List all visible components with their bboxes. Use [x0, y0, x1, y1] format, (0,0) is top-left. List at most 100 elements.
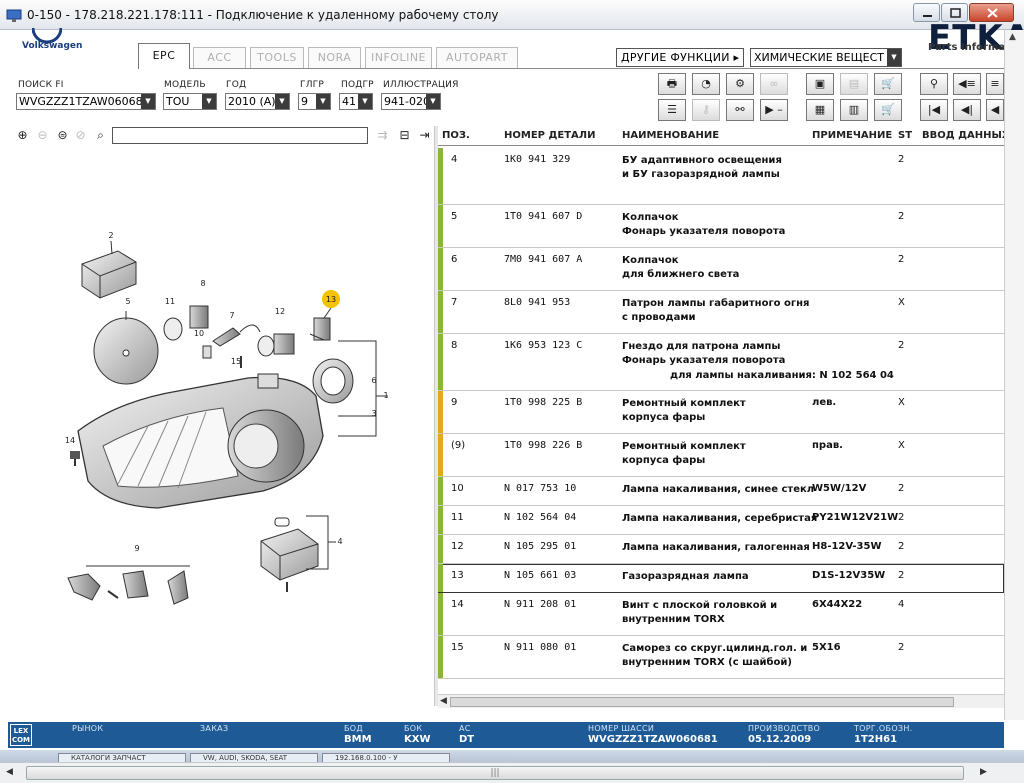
callout-13[interactable]: 13 — [326, 295, 336, 304]
year-select[interactable]: 2010 (A) ▼ — [225, 93, 290, 110]
callout-2[interactable]: 2 — [108, 231, 113, 240]
chemicals-select[interactable]: ХИМИЧЕСКИЕ ВЕЩЕСТ ▼ — [750, 48, 902, 67]
col-st[interactable]: ST — [898, 130, 912, 141]
pin-button[interactable]: ⚲ — [920, 73, 948, 95]
skip-first-icon: |◀ — [927, 103, 941, 116]
zoom-reset-button[interactable]: ⊘ — [72, 127, 89, 144]
callout-5[interactable]: 5 — [125, 297, 130, 306]
bike-button[interactable]: ⚯ — [726, 99, 754, 121]
other-functions-button[interactable]: ДРУГИЕ ФУНКЦИИ ▸ — [616, 48, 745, 67]
row-note: H8-12V-35W — [812, 541, 882, 552]
export-button[interactable]: ⇉ — [374, 127, 391, 144]
sub-group-select[interactable]: 41 ▼ — [339, 93, 373, 110]
brackets-part — [67, 570, 189, 605]
main-group-select[interactable]: 9 ▼ — [298, 93, 331, 110]
first-button[interactable]: |◀ — [920, 99, 948, 121]
search-disabled-button[interactable]: ∞ — [760, 73, 788, 95]
key-icon: ⚷ — [701, 103, 711, 116]
callout-14[interactable]: 14 — [65, 436, 75, 445]
hscroll-thumb[interactable]: ||| — [26, 766, 964, 780]
tab-acc[interactable]: ACC — [193, 47, 246, 68]
next-page-button[interactable]: ≡ — [986, 73, 1004, 95]
cart-add-button[interactable]: 🛒 — [874, 99, 902, 121]
taskbar-item-rdp[interactable]: 192.168.0.100 - У — [322, 753, 450, 762]
callout-4[interactable]: 4 — [337, 537, 342, 546]
back-button[interactable]: ◀ — [986, 99, 1004, 121]
model-select[interactable]: TOU ▼ — [163, 93, 217, 110]
notes-button[interactable]: ▦ — [806, 99, 834, 121]
scroll-left-icon[interactable]: ◀ — [440, 696, 447, 706]
table-row[interactable]: 14 N 911 208 01 Винт с плоской головкой и в… — [438, 593, 1004, 636]
elsa-button[interactable]: ▣ — [806, 73, 834, 95]
row-status-bar — [438, 391, 443, 433]
callout-15[interactable]: 15 — [231, 357, 241, 366]
table-row[interactable]: 13 N 105 661 03 Газоразрядная лампа D1S-12V… — [438, 564, 1004, 593]
table-row[interactable]: 12 N 105 295 01 Лампа накаливания, галоген… — [438, 535, 1004, 564]
table-row[interactable]: 7 8L0 941 953 Патрон лампы габаритного огн… — [438, 291, 1004, 334]
row-name-line1: Колпачок — [622, 255, 679, 266]
callout-7[interactable]: 7 — [229, 311, 234, 320]
order-label: ЗАКАЗ — [200, 724, 229, 733]
calendar-button[interactable]: ▥ — [840, 99, 868, 121]
callout-12[interactable]: 12 — [275, 307, 285, 316]
key-button[interactable]: ⚷ — [692, 99, 720, 121]
previous-button[interactable]: ◀| — [953, 99, 981, 121]
scroll-right-icon[interactable]: ▶ — [980, 767, 987, 777]
tab-epc[interactable]: EPC — [138, 43, 190, 69]
magnifier-button[interactable]: ⌕ — [92, 127, 109, 144]
callout-10[interactable]: 10 — [194, 329, 204, 338]
callout-3[interactable]: 3 — [371, 409, 376, 418]
callout-1[interactable]: 1 — [383, 391, 388, 400]
audio-button[interactable]: ◔ — [692, 73, 720, 95]
cart-button[interactable]: 🛒 — [874, 73, 902, 95]
window-vscrollbar[interactable]: ▲ — [1004, 30, 1024, 720]
scroll-left-icon[interactable]: ◀ — [6, 767, 13, 777]
table-hscrollbar[interactable]: ◀ — [438, 694, 1004, 708]
table-row[interactable]: 11 N 102 564 04 Лампа накаливания, серебри… — [438, 506, 1004, 535]
table-row[interactable]: 4 1K0 941 329 БУ адаптивного освещения и БУ… — [438, 148, 1004, 205]
taskbar-item-catalog[interactable]: КАТАЛОГИ ЗАПЧАСТ — [58, 753, 186, 762]
tab-divider — [138, 68, 1004, 69]
taskbar-item-vw[interactable]: VW, AUDI, SKODA, SEAT — [190, 753, 318, 762]
depot-button[interactable]: ▤ — [840, 73, 868, 95]
list-view-button[interactable]: ☰ — [658, 99, 686, 121]
zoom-fit-button[interactable]: ⊜ — [54, 127, 71, 144]
window-hscrollbar[interactable]: ◀ ||| ▶ — [0, 762, 1024, 783]
zoom-out-button[interactable]: ⊖ — [34, 127, 51, 144]
fi-search-input[interactable]: WVGZZZ1TZAW060681 ▼ — [16, 93, 156, 110]
tab-nora[interactable]: NORA — [308, 47, 361, 68]
table-row[interactable]: 9 1T0 998 225 B Ремонтный комплект корпуса … — [438, 391, 1004, 434]
col-pos[interactable]: ПОЗ. — [442, 130, 470, 141]
table-row[interactable]: 6 7M0 941 607 A Колпачок для ближнего света… — [438, 248, 1004, 291]
col-note[interactable]: ПРИМЕЧАНИЕ — [812, 130, 892, 141]
table-row[interactable]: (9) 1T0 998 226 B Ремонтный комплект корпус… — [438, 434, 1004, 477]
zoom-in-button[interactable]: ⊕ — [14, 127, 31, 144]
callout-11[interactable]: 11 — [165, 297, 175, 306]
col-part-number[interactable]: НОМЕР ДЕТАЛИ — [504, 130, 595, 141]
expand-button[interactable]: ⇥ — [416, 127, 433, 144]
callout-6[interactable]: 6 — [371, 376, 376, 385]
diagram-search-input[interactable] — [112, 127, 368, 144]
illustration-select[interactable]: 941-020 ▼ — [381, 93, 441, 110]
zoom-out-icon: ⊖ — [37, 128, 48, 142]
parts-button[interactable]: ⚙ — [726, 73, 754, 95]
tab-autopart[interactable]: AUTOPART — [436, 47, 518, 68]
table-row[interactable]: 10 N 017 753 10 Лампа накаливания, синее с… — [438, 477, 1004, 506]
table-row[interactable]: 8 1K6 953 123 C Гнездо для патрона лампы Фо… — [438, 334, 1004, 391]
print-button[interactable]: 🖶 — [658, 73, 686, 95]
table-row[interactable]: 15 N 911 080 01 Саморез со скруг.цилинд.го… — [438, 636, 1004, 679]
table-row[interactable]: 5 1T0 941 607 D Колпачок Фонарь указателя п… — [438, 205, 1004, 248]
scroll-up-icon[interactable]: ▲ — [1009, 32, 1016, 42]
col-input[interactable]: ВВОД ДАННЫХ — [922, 130, 1004, 141]
parts-illustration[interactable]: 258117 121310151461394 — [8, 146, 434, 706]
callout-8[interactable]: 8 — [200, 279, 205, 288]
hscroll-thumb[interactable] — [450, 697, 954, 707]
split-view-button[interactable]: ⊟ — [396, 127, 413, 144]
prev-page-button[interactable]: ◀≡ — [953, 73, 981, 95]
tab-tools[interactable]: TOOLS — [250, 47, 304, 68]
callout-9[interactable]: 9 — [134, 544, 139, 553]
play-button[interactable]: ▶ – — [760, 99, 788, 121]
row-st: 2 — [898, 642, 905, 653]
col-name[interactable]: НАИМЕНОВАНИЕ — [622, 130, 719, 141]
tab-infoline[interactable]: INFOLINE — [365, 47, 432, 68]
